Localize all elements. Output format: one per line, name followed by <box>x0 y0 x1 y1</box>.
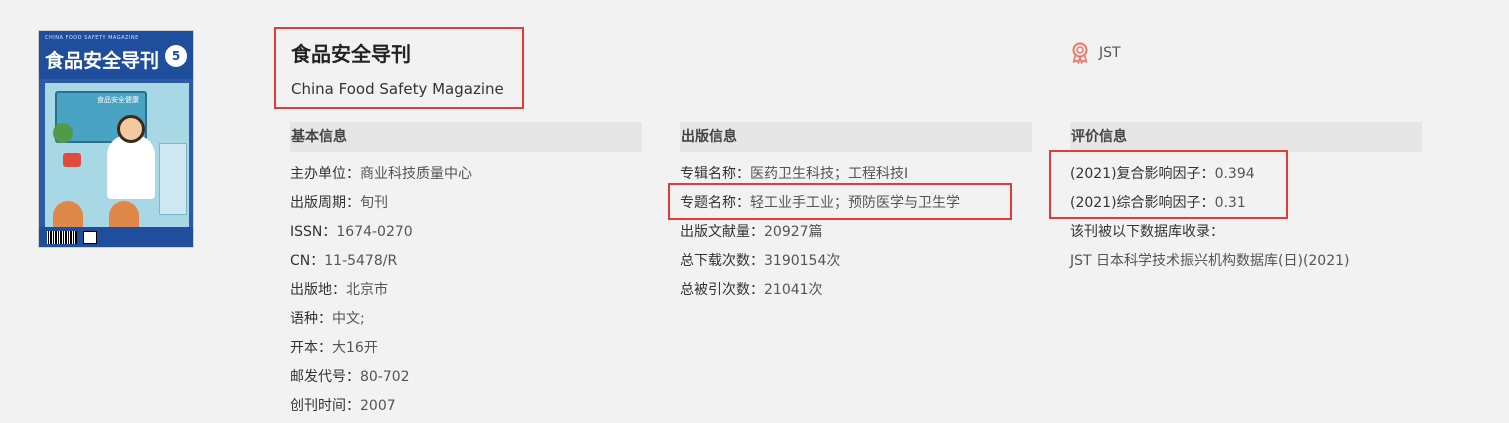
info-row-downloads: 总下载次数：3190154次 <box>680 251 840 271</box>
info-row-database: JST 日本科学技术振兴机构数据库(日)(2021) <box>1070 251 1350 271</box>
row-value: 大16开 <box>332 340 378 356</box>
cover-vegetable <box>53 123 73 143</box>
row-key: CN： <box>290 253 325 269</box>
cover-title: 食品安全导刊 <box>45 50 160 72</box>
info-row-citations: 总被引次数：21041次 <box>680 280 823 300</box>
row-value: 中文; <box>332 311 365 327</box>
row-value: 3190154次 <box>764 253 841 269</box>
section-evaluation-info: 评价信息 <box>1070 122 1422 152</box>
row-key: 出版地： <box>290 282 346 298</box>
cover-board-text: 食品安全健康 <box>97 96 139 104</box>
cover-barcode <box>47 231 77 244</box>
info-row-sponsor: 主办单位：商业科技质量中心 <box>290 164 472 184</box>
info-row-issn: ISSN：1674-0270 <box>290 222 413 242</box>
row-key: 开本： <box>290 340 332 356</box>
cover-qr-code <box>83 231 97 244</box>
cover-doctor-head <box>117 115 145 143</box>
row-value: 20927篇 <box>764 224 823 240</box>
info-row-doc-count: 出版文献量：20927篇 <box>680 222 823 242</box>
row-value: 旬刊 <box>360 195 388 211</box>
row-key: 出版周期： <box>290 195 360 211</box>
row-key: 总下载次数： <box>680 253 764 269</box>
cover-side-panel <box>159 143 187 215</box>
info-row-postal-code: 邮发代号：80-702 <box>290 367 410 387</box>
info-row-format: 开本：大16开 <box>290 338 378 358</box>
award-icon <box>1072 42 1088 64</box>
row-value: 80-702 <box>360 369 410 385</box>
row-key: 该刊被以下数据库收录： <box>1070 224 1224 240</box>
row-key: 出版文献量： <box>680 224 764 240</box>
row-value: 医药卫生科技；工程科技I <box>750 166 909 182</box>
topic-highlight-box <box>668 183 1012 220</box>
info-row-period: 出版周期：旬刊 <box>290 193 388 213</box>
impact-factor-highlight-box <box>1049 150 1288 219</box>
info-row-album: 专辑名称：医药卫生科技；工程科技I <box>680 164 908 184</box>
row-key: 总被引次数： <box>680 282 764 298</box>
row-key: ISSN： <box>290 224 337 240</box>
row-value: 商业科技质量中心 <box>360 166 472 182</box>
row-value: 2007 <box>360 398 396 414</box>
cover-doctor-body <box>107 135 155 199</box>
row-value: 11-5478/R <box>324 253 398 269</box>
journal-cover-image[interactable]: CHINA FOOD SAFETY MAGAZINE 食品安全导刊 5 食品安全… <box>38 30 194 248</box>
cover-issue-number: 5 <box>165 45 187 67</box>
info-row-language: 语种：中文; <box>290 309 365 329</box>
cover-food-item <box>63 153 81 167</box>
row-value: 21041次 <box>764 282 823 298</box>
row-key: 邮发代号： <box>290 369 360 385</box>
info-row-founded: 创刊时间：2007 <box>290 396 396 416</box>
journal-title-cn: 食品安全导刊 <box>291 42 411 66</box>
row-key: 专辑名称： <box>680 166 750 182</box>
cover-illustration: 食品安全健康 <box>45 83 189 231</box>
badge-label: JST <box>1099 45 1121 61</box>
row-key: 创刊时间： <box>290 398 360 414</box>
row-value: 1674-0270 <box>336 224 413 240</box>
info-row-cn: CN：11-5478/R <box>290 251 397 271</box>
section-publish-info: 出版信息 <box>680 122 1032 152</box>
section-basic-info: 基本信息 <box>290 122 642 152</box>
jst-badge: JST <box>1070 42 1121 64</box>
info-row-indexed-by: 该刊被以下数据库收录： <box>1070 222 1224 242</box>
journal-title-en: China Food Safety Magazine <box>291 80 504 98</box>
database-entry: JST 日本科学技术振兴机构数据库(日)(2021) <box>1070 253 1350 269</box>
cover-small-text: CHINA FOOD SAFETY MAGAZINE <box>45 35 139 41</box>
row-key: 语种： <box>290 311 332 327</box>
row-value: 北京市 <box>346 282 388 298</box>
row-key: 主办单位： <box>290 166 360 182</box>
info-row-location: 出版地：北京市 <box>290 280 388 300</box>
